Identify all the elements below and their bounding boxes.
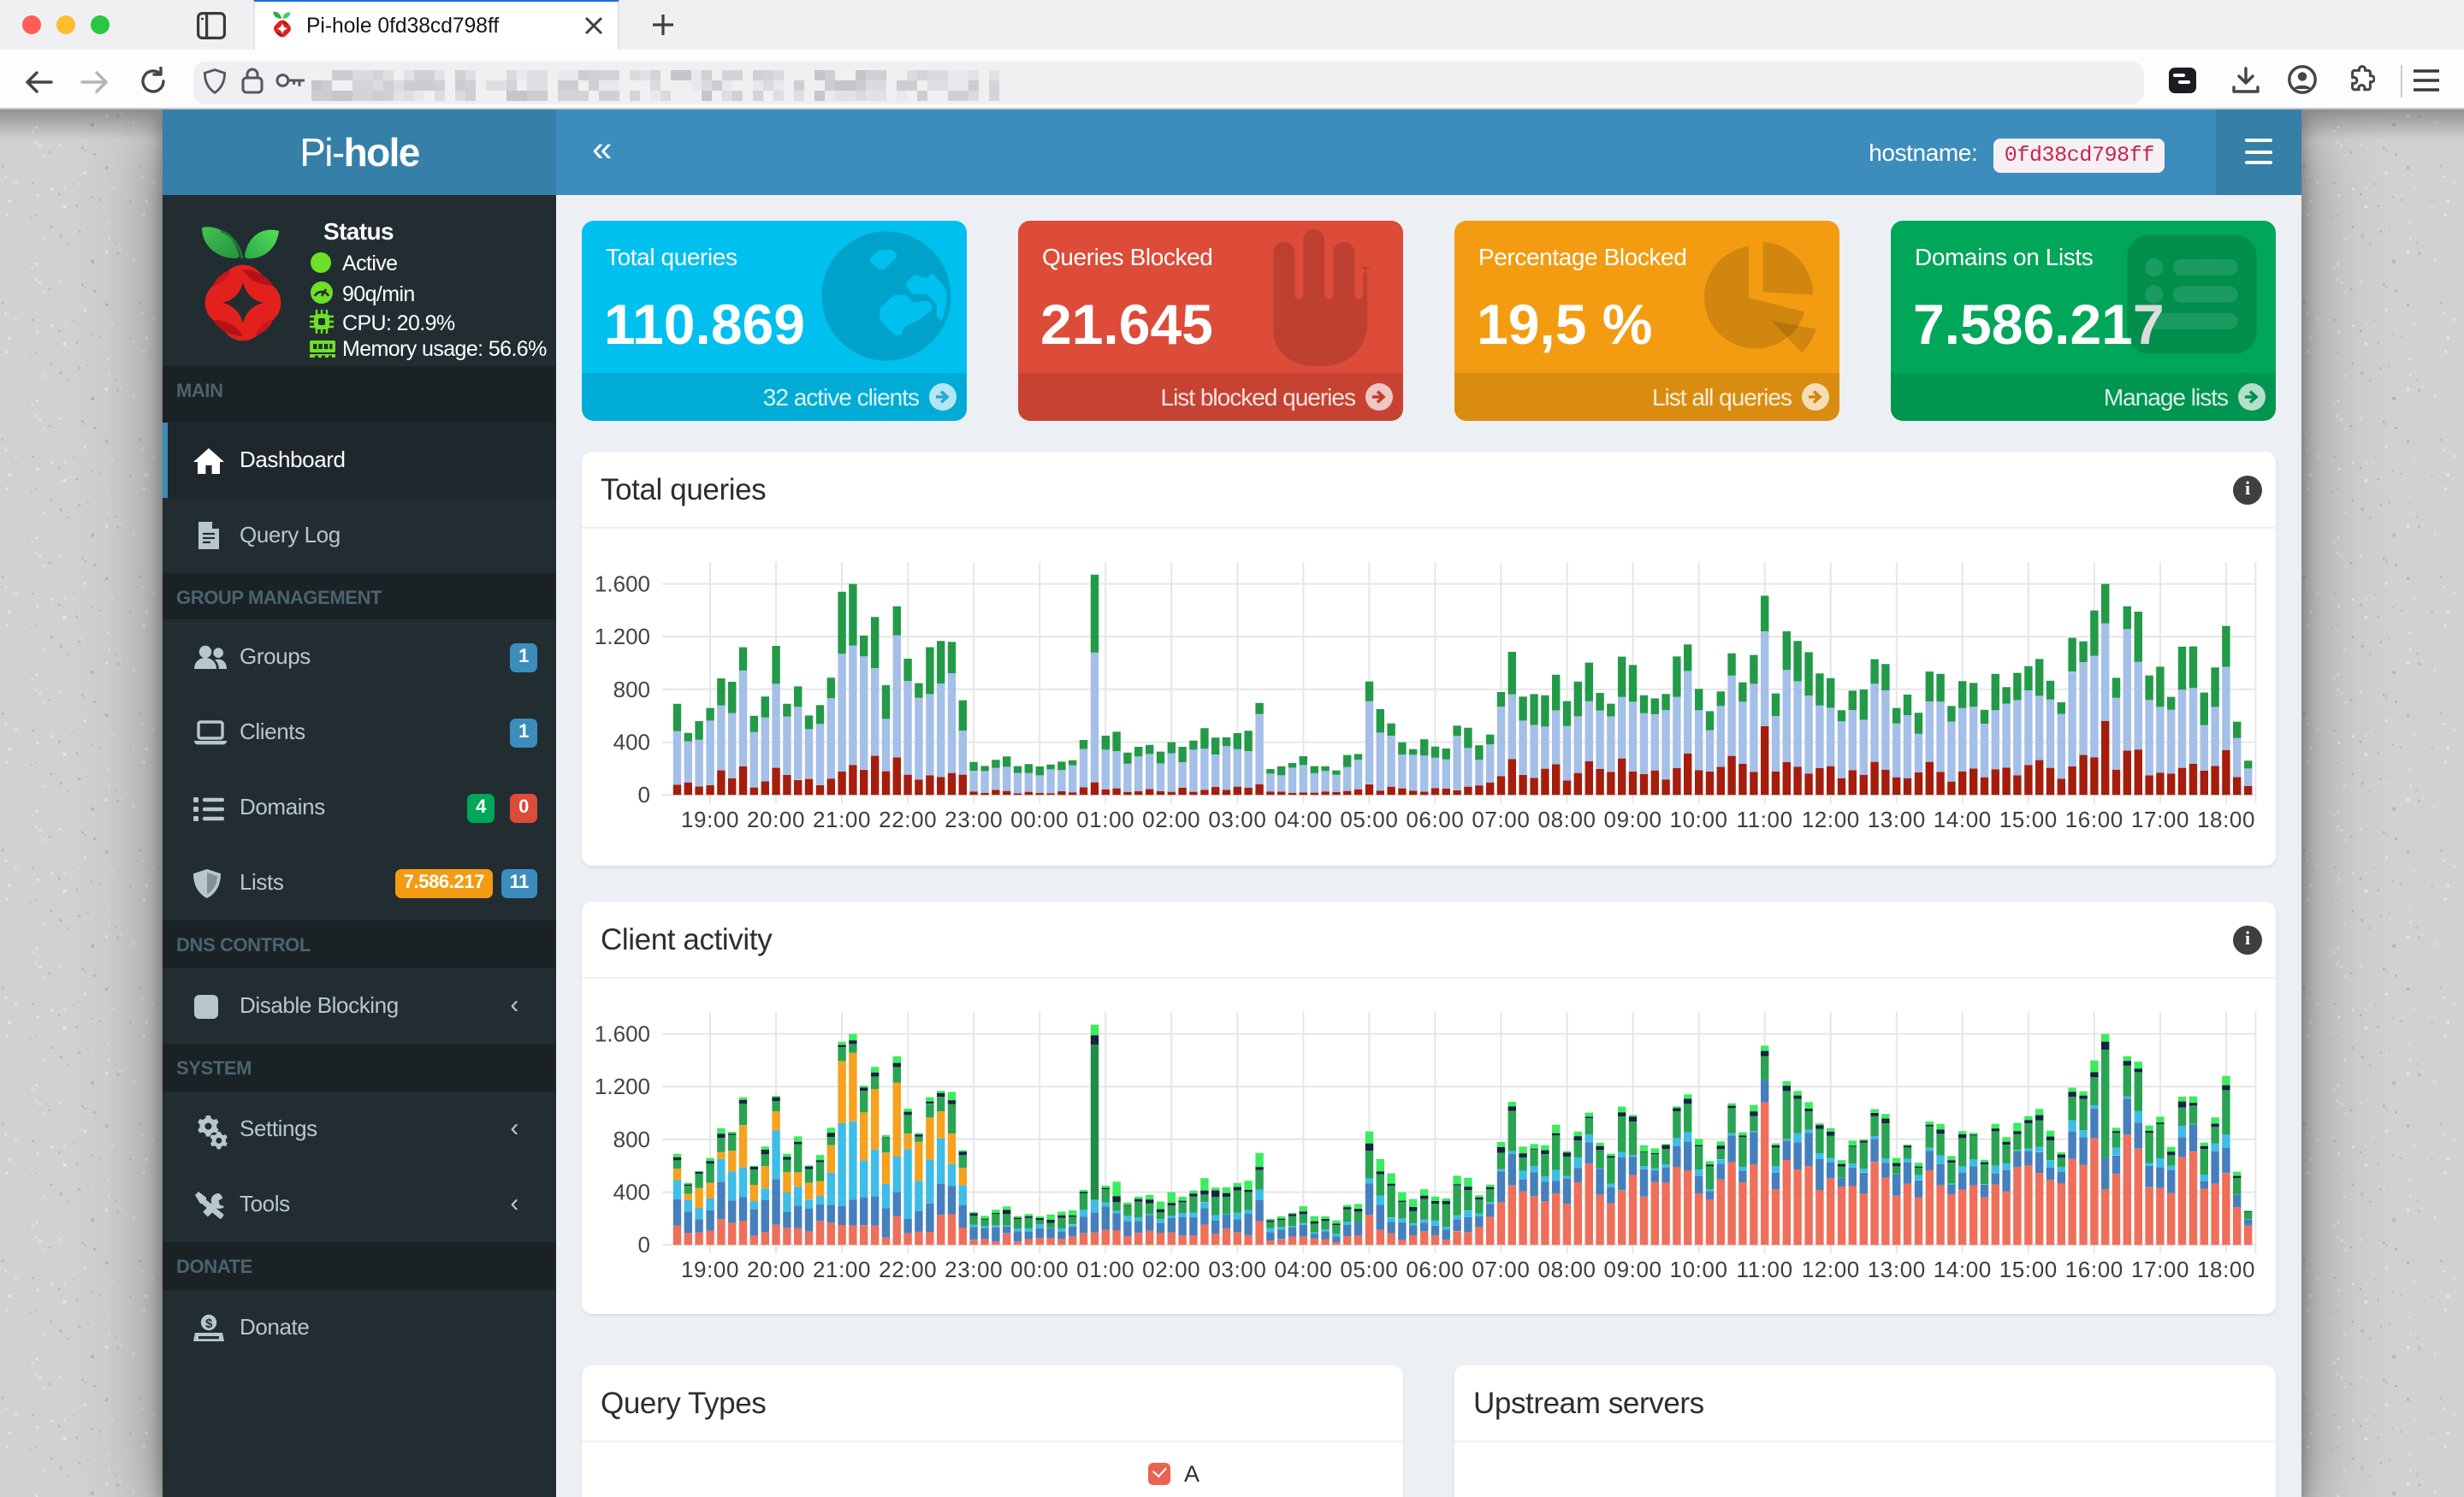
- svg-text:400: 400: [613, 730, 650, 755]
- svg-text:23:00: 23:00: [945, 1257, 1003, 1282]
- svg-text:02:00: 02:00: [1142, 1257, 1200, 1282]
- svg-text:10:00: 10:00: [1670, 1257, 1728, 1282]
- svg-text:03:00: 03:00: [1208, 807, 1266, 832]
- svg-text:06:00: 06:00: [1406, 1257, 1464, 1282]
- svg-text:14:00: 14:00: [1934, 1257, 1992, 1282]
- svg-text:1.200: 1.200: [595, 1074, 650, 1099]
- svg-text:13:00: 13:00: [1868, 807, 1926, 832]
- svg-text:400: 400: [613, 1180, 650, 1205]
- svg-text:00:00: 00:00: [1010, 807, 1069, 832]
- svg-text:12:00: 12:00: [1802, 807, 1860, 832]
- svg-text:0: 0: [638, 782, 650, 808]
- svg-text:21:00: 21:00: [813, 1257, 871, 1282]
- svg-text:05:00: 05:00: [1340, 807, 1398, 832]
- svg-text:04:00: 04:00: [1274, 1257, 1332, 1282]
- svg-text:11:00: 11:00: [1737, 1257, 1793, 1282]
- svg-text:0: 0: [638, 1232, 650, 1257]
- svg-text:16:00: 16:00: [2065, 807, 2123, 832]
- svg-text:09:00: 09:00: [1604, 807, 1662, 832]
- svg-text:800: 800: [613, 677, 650, 702]
- svg-text:07:00: 07:00: [1472, 1257, 1530, 1282]
- svg-text:02:00: 02:00: [1142, 807, 1200, 832]
- svg-text:1.600: 1.600: [595, 1021, 650, 1047]
- svg-text:22:00: 22:00: [879, 807, 937, 832]
- svg-text:09:00: 09:00: [1604, 1257, 1662, 1282]
- svg-text:21:00: 21:00: [813, 807, 871, 832]
- svg-text:13:00: 13:00: [1868, 1257, 1926, 1282]
- svg-text:16:00: 16:00: [2065, 1257, 2123, 1282]
- svg-text:19:00: 19:00: [681, 807, 739, 832]
- svg-text:15:00: 15:00: [1999, 1257, 2058, 1282]
- svg-text:17:00: 17:00: [2131, 1257, 2189, 1282]
- svg-text:800: 800: [613, 1127, 650, 1152]
- svg-text:1.200: 1.200: [595, 624, 650, 649]
- svg-text:15:00: 15:00: [1999, 807, 2058, 832]
- svg-text:08:00: 08:00: [1538, 1257, 1596, 1282]
- svg-text:01:00: 01:00: [1076, 1257, 1134, 1282]
- svg-text:23:00: 23:00: [945, 807, 1003, 832]
- svg-text:18:00: 18:00: [2197, 807, 2255, 832]
- svg-text:11:00: 11:00: [1737, 807, 1793, 832]
- svg-text:17:00: 17:00: [2131, 807, 2189, 832]
- svg-text:19:00: 19:00: [681, 1257, 739, 1282]
- svg-text:1.600: 1.600: [595, 571, 650, 597]
- svg-text:07:00: 07:00: [1472, 807, 1530, 832]
- svg-text:12:00: 12:00: [1802, 1257, 1860, 1282]
- svg-text:22:00: 22:00: [879, 1257, 937, 1282]
- svg-text:06:00: 06:00: [1406, 807, 1464, 832]
- svg-text:20:00: 20:00: [747, 807, 805, 832]
- svg-text:04:00: 04:00: [1274, 807, 1332, 832]
- svg-text:20:00: 20:00: [747, 1257, 805, 1282]
- svg-text:$: $: [205, 1317, 213, 1331]
- svg-text:14:00: 14:00: [1934, 807, 1992, 832]
- svg-text:01:00: 01:00: [1076, 807, 1134, 832]
- svg-text:05:00: 05:00: [1340, 1257, 1398, 1282]
- svg-text:18:00: 18:00: [2197, 1257, 2255, 1282]
- svg-text:03:00: 03:00: [1208, 1257, 1266, 1282]
- svg-text:10:00: 10:00: [1670, 807, 1728, 832]
- svg-text:00:00: 00:00: [1010, 1257, 1069, 1282]
- svg-text:08:00: 08:00: [1538, 807, 1596, 832]
